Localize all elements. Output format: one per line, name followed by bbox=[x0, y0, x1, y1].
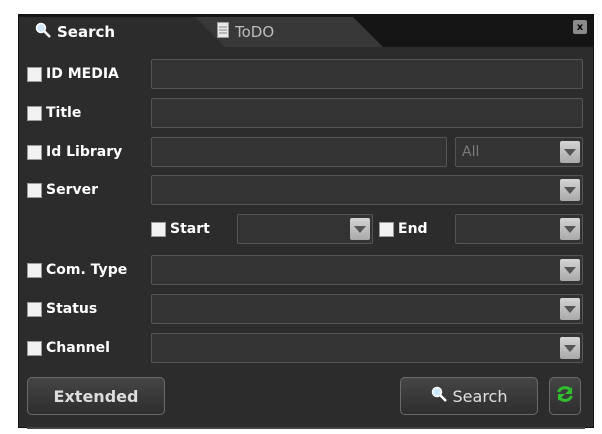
chevron-down-icon[interactable] bbox=[560, 179, 580, 201]
server-label: Server bbox=[46, 182, 99, 198]
server-checkbox[interactable] bbox=[27, 182, 42, 198]
id-media-checkbox[interactable] bbox=[27, 66, 42, 82]
title-label: Title bbox=[46, 105, 82, 121]
extended-button[interactable]: Extended bbox=[27, 377, 165, 415]
status-checkbox[interactable] bbox=[27, 301, 42, 317]
status-select[interactable] bbox=[151, 294, 583, 324]
end-checkbox[interactable] bbox=[379, 221, 394, 237]
magnifier-icon bbox=[35, 22, 51, 42]
row-id-media: ID MEDIA bbox=[27, 59, 585, 89]
end-select[interactable] bbox=[455, 214, 583, 244]
tab-search-label: Search bbox=[57, 23, 116, 41]
status-label: Status bbox=[46, 301, 98, 317]
extended-button-label: Extended bbox=[53, 386, 139, 406]
row-start-end: Start End bbox=[27, 214, 585, 244]
channel-label: Channel bbox=[46, 340, 110, 356]
com-type-select[interactable] bbox=[151, 255, 583, 285]
channel-select[interactable] bbox=[151, 333, 583, 363]
search-button[interactable]: Search bbox=[400, 377, 538, 415]
magnifier-icon bbox=[431, 386, 447, 406]
refresh-icon bbox=[555, 384, 575, 408]
close-button[interactable]: x bbox=[573, 20, 587, 34]
chevron-down-icon[interactable] bbox=[560, 218, 580, 240]
id-library-checkbox[interactable] bbox=[27, 144, 42, 160]
id-library-select[interactable]: All bbox=[455, 137, 583, 167]
chevron-down-icon[interactable] bbox=[560, 298, 580, 320]
id-library-input[interactable] bbox=[151, 137, 447, 167]
server-select[interactable] bbox=[151, 175, 583, 205]
start-select[interactable] bbox=[237, 214, 373, 244]
tab-bar: ToDO Search x bbox=[19, 15, 593, 47]
row-id-library: Id Library All bbox=[27, 137, 585, 167]
search-panel: ToDO Search x ID MEDIA Title Id Library … bbox=[18, 14, 594, 429]
channel-checkbox[interactable] bbox=[27, 340, 42, 356]
refresh-button[interactable] bbox=[549, 377, 581, 415]
id-library-label: Id Library bbox=[46, 144, 123, 160]
row-title: Title bbox=[27, 98, 585, 128]
com-type-checkbox[interactable] bbox=[27, 262, 42, 278]
chevron-down-icon[interactable] bbox=[350, 218, 370, 240]
search-button-label: Search bbox=[452, 386, 508, 406]
end-label: End bbox=[398, 221, 428, 237]
title-checkbox[interactable] bbox=[27, 105, 42, 121]
close-label: x bbox=[576, 21, 584, 33]
start-checkbox[interactable] bbox=[151, 221, 166, 237]
chevron-down-icon[interactable] bbox=[560, 337, 580, 359]
id-library-select-value: All bbox=[462, 144, 480, 160]
row-status: Status bbox=[27, 294, 585, 324]
com-type-label: Com. Type bbox=[46, 262, 128, 278]
chevron-down-icon[interactable] bbox=[560, 259, 580, 281]
id-media-input[interactable] bbox=[151, 59, 583, 89]
title-input[interactable] bbox=[151, 98, 583, 128]
row-com-type: Com. Type bbox=[27, 255, 585, 285]
id-media-label: ID MEDIA bbox=[46, 66, 119, 82]
row-channel: Channel bbox=[27, 333, 585, 363]
row-server: Server bbox=[27, 175, 585, 205]
bottom-divider bbox=[27, 427, 585, 429]
tab-todo-label: ToDO bbox=[235, 23, 275, 41]
start-label: Start bbox=[170, 221, 210, 237]
chevron-down-icon[interactable] bbox=[560, 141, 580, 163]
tab-search[interactable]: Search bbox=[19, 17, 225, 47]
document-icon bbox=[217, 22, 229, 42]
